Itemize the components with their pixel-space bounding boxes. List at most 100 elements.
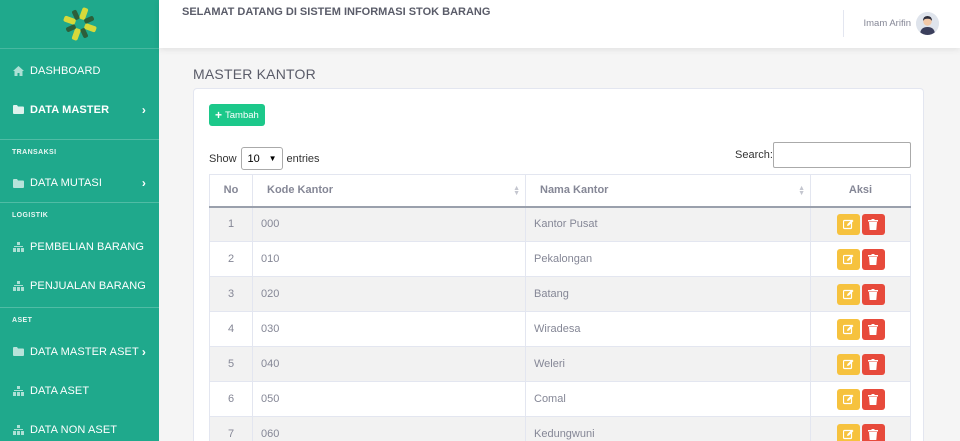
sidebar-item-label: DATA MUTASI <box>30 177 102 189</box>
sitemap-icon <box>12 385 24 396</box>
cell-no: 3 <box>209 276 253 312</box>
edit-icon <box>842 219 853 229</box>
sidebar-item-dashboard[interactable]: DASHBOARD <box>0 51 159 90</box>
sidebar-item-data-master[interactable]: DATA MASTER › <box>0 90 159 129</box>
page-title: MASTER KANTOR <box>193 66 316 82</box>
edit-button[interactable] <box>836 283 860 305</box>
data-card: + Tambah Show 10 ▼ entries Search: No Ko… <box>193 88 924 441</box>
delete-button[interactable] <box>861 213 885 235</box>
sidebar-item-label: DATA MASTER <box>30 103 110 116</box>
trash-icon <box>868 428 878 440</box>
topbar-divider <box>843 10 844 37</box>
cell-no: 4 <box>209 311 253 347</box>
trash-icon <box>868 358 878 370</box>
edit-button[interactable] <box>836 248 860 270</box>
column-header-aksi: Aksi <box>810 174 911 208</box>
sidebar-item-data-aset[interactable]: DATA ASET <box>0 371 159 410</box>
delete-button[interactable] <box>861 248 885 270</box>
sidebar-item-label: DATA NON ASET <box>30 423 118 436</box>
folder-icon <box>12 178 24 188</box>
edit-icon <box>842 429 853 439</box>
cell-nama: Kantor Pusat <box>525 206 811 242</box>
sidebar-item-penjualan-barang[interactable]: PENJUALAN BARANG <box>0 266 159 305</box>
folder-icon <box>12 347 24 357</box>
edit-icon <box>842 394 853 404</box>
sidebar-item-data-mutasi[interactable]: DATA MUTASI › <box>0 164 159 202</box>
delete-button[interactable] <box>861 388 885 410</box>
section-label-logistik: LOGISTIK <box>12 212 49 219</box>
cell-no: 5 <box>209 346 253 382</box>
sidebar-item-data-master-aset[interactable]: DATA MASTER ASET › <box>0 332 159 371</box>
chevron-right-icon: › <box>141 344 146 359</box>
sidebar-item-label: PENJUALAN BARANG <box>30 279 146 292</box>
sidebar-item-label: DATA MASTER ASET <box>30 345 139 358</box>
entries-length-control: Show 10 ▼ entries <box>209 147 320 170</box>
sitemap-icon <box>12 424 24 435</box>
column-header-label: Nama Kantor <box>540 184 609 197</box>
delete-button[interactable] <box>861 283 885 305</box>
edit-icon <box>842 254 853 264</box>
user-name[interactable]: Imam Arifin <box>863 18 911 29</box>
section-label-transaksi: TRANSAKSI <box>12 149 57 156</box>
cell-nama: Comal <box>525 381 811 417</box>
cell-aksi <box>810 241 911 277</box>
logo-icon <box>63 7 96 41</box>
edit-button[interactable] <box>836 353 860 375</box>
delete-button[interactable] <box>861 423 885 441</box>
kantor-table: No Kode Kantor ▲ ▼ Nama Kantor ▲ ▼ Aksi 1 … <box>209 174 911 441</box>
home-icon <box>12 65 24 76</box>
edit-button[interactable] <box>836 318 860 340</box>
table-row: 6 050 Comal <box>209 381 911 417</box>
cell-kode: 030 <box>252 311 526 347</box>
column-header-kode[interactable]: Kode Kantor ▲ ▼ <box>252 174 526 208</box>
delete-button[interactable] <box>861 318 885 340</box>
column-header-label: No <box>223 184 239 197</box>
column-header-no[interactable]: No <box>209 174 253 208</box>
cell-kode: 020 <box>252 276 526 312</box>
cell-kode: 050 <box>252 381 526 417</box>
table-row: 3 020 Batang <box>209 276 911 312</box>
cell-aksi <box>810 276 911 312</box>
entries-select-value: 10 <box>247 152 260 165</box>
avatar[interactable] <box>916 12 939 35</box>
edit-button[interactable] <box>836 388 860 410</box>
delete-button[interactable] <box>861 353 885 375</box>
cell-nama: Wiradesa <box>525 311 811 347</box>
sidebar-item-label: PEMBELIAN BARANG <box>30 240 145 253</box>
trash-icon <box>868 253 878 265</box>
sidebar-item-pembelian-barang[interactable]: PEMBELIAN BARANG <box>0 227 159 266</box>
add-button-label: Tambah <box>225 109 259 121</box>
section-label-aset: ASET <box>12 317 33 324</box>
sidebar-item-data-non-aset[interactable]: DATA NON ASET <box>0 410 159 441</box>
sort-icon: ▲ ▼ <box>513 185 520 197</box>
cell-nama: Weleri <box>525 346 811 382</box>
table-row: 4 030 Wiradesa <box>209 311 911 347</box>
cell-nama: Batang <box>525 276 811 312</box>
cell-aksi <box>810 311 911 347</box>
edit-button[interactable] <box>836 213 860 235</box>
column-header-nama[interactable]: Nama Kantor ▲ ▼ <box>525 174 811 208</box>
cell-no: 2 <box>209 241 253 277</box>
user-avatar-icon <box>916 12 939 35</box>
folder-icon <box>12 105 24 115</box>
edit-icon <box>842 289 853 299</box>
entries-select[interactable]: 10 ▼ <box>240 147 283 170</box>
search-label: Search: <box>735 149 773 161</box>
topbar: SELAMAT DATANG DI SISTEM INFORMASI STOK … <box>159 0 960 48</box>
cell-kode: 010 <box>252 241 526 277</box>
cell-kode: 040 <box>252 346 526 382</box>
trash-icon <box>868 323 878 335</box>
cell-nama: Pekalongan <box>525 241 811 277</box>
cell-no: 1 <box>209 206 253 242</box>
edit-button[interactable] <box>836 423 860 441</box>
trash-icon <box>868 218 878 230</box>
app-logo[interactable] <box>0 0 159 49</box>
table-row: 2 010 Pekalongan <box>209 241 911 277</box>
search-input[interactable] <box>773 142 911 168</box>
cell-aksi <box>810 346 911 382</box>
column-header-label: Aksi <box>848 184 873 197</box>
sitemap-icon <box>12 280 24 291</box>
cell-no: 6 <box>209 381 253 417</box>
add-button[interactable]: + Tambah <box>209 104 265 126</box>
table-row: 5 040 Weleri <box>209 346 911 382</box>
